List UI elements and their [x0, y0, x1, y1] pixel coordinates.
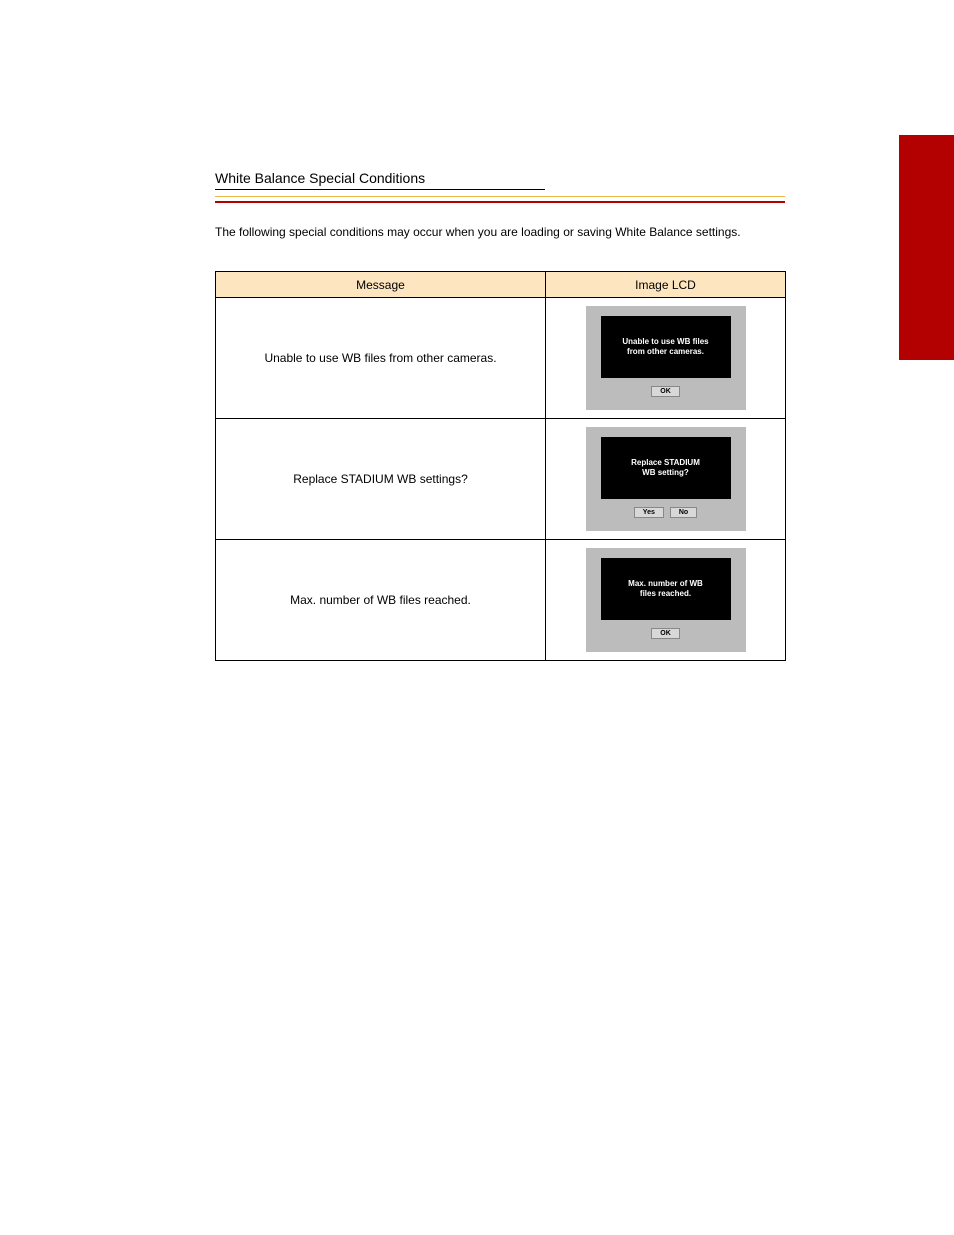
lcd-thumbnail: Max. number of WB files reached. OK	[586, 548, 746, 652]
lcd-buttons: Yes No	[634, 507, 697, 518]
lcd-text-line: Max. number of WB	[628, 579, 703, 589]
table-row: Replace STADIUM WB settings? Replace STA…	[216, 419, 786, 540]
divider-red	[215, 201, 785, 203]
lcd-thumbnail: Unable to use WB files from other camera…	[586, 306, 746, 410]
table-row: Unable to use WB files from other camera…	[216, 298, 786, 419]
ok-button: OK	[651, 628, 680, 639]
table-row: Max. number of WB files reached. Max. nu…	[216, 540, 786, 661]
yes-button: Yes	[634, 507, 664, 518]
header-lcd: Image LCD	[546, 272, 786, 298]
lcd-cell: Max. number of WB files reached. OK	[546, 540, 786, 661]
page-content: White Balance Special Conditions The fol…	[215, 170, 785, 661]
message-cell: Max. number of WB files reached.	[216, 540, 546, 661]
lcd-thumbnail: Replace STADIUM WB setting? Yes No	[586, 427, 746, 531]
lcd-screen: Max. number of WB files reached.	[601, 558, 731, 620]
lcd-screen: Replace STADIUM WB setting?	[601, 437, 731, 499]
header-message: Message	[216, 272, 546, 298]
intro-text: The following special conditions may occ…	[215, 223, 785, 241]
divider-yellow	[215, 196, 785, 197]
message-cell: Replace STADIUM WB settings?	[216, 419, 546, 540]
lcd-text-line: from other cameras.	[627, 347, 704, 357]
lcd-text-line: Unable to use WB files	[622, 337, 708, 347]
lcd-buttons: OK	[651, 628, 680, 639]
side-tab	[899, 135, 954, 360]
message-cell: Unable to use WB files from other camera…	[216, 298, 546, 419]
table-header-row: Message Image LCD	[216, 272, 786, 298]
lcd-text-line: Replace STADIUM	[631, 458, 700, 468]
lcd-cell: Replace STADIUM WB setting? Yes No	[546, 419, 786, 540]
lcd-cell: Unable to use WB files from other camera…	[546, 298, 786, 419]
lcd-screen: Unable to use WB files from other camera…	[601, 316, 731, 378]
no-button: No	[670, 507, 697, 518]
lcd-text-line: files reached.	[640, 589, 691, 599]
lcd-buttons: OK	[651, 386, 680, 397]
ok-button: OK	[651, 386, 680, 397]
lcd-text-line: WB setting?	[642, 468, 689, 478]
conditions-table: Message Image LCD Unable to use WB files…	[215, 271, 786, 661]
section-title: White Balance Special Conditions	[215, 170, 545, 190]
